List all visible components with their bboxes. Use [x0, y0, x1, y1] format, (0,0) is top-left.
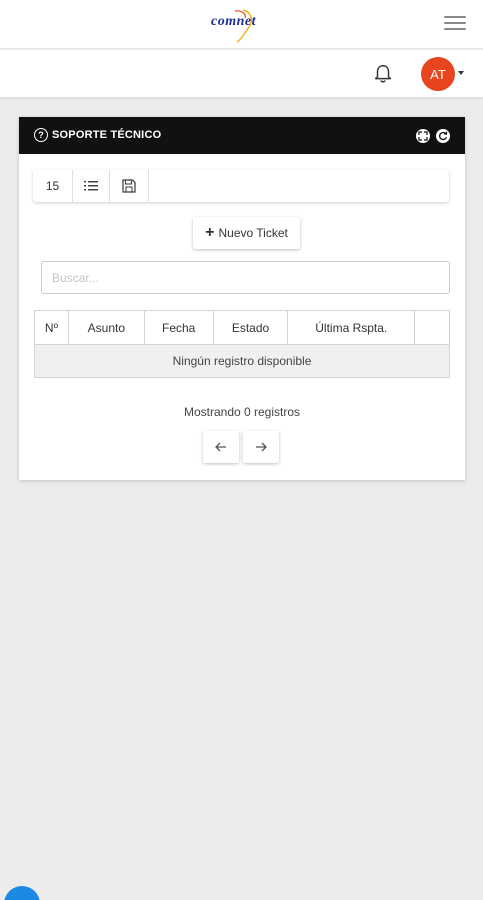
plus-icon: + — [205, 224, 215, 241]
user-avatar[interactable]: AT — [421, 57, 455, 91]
logo-text: comnet — [211, 14, 256, 29]
empty-row: Ningún registro disponible — [34, 344, 450, 378]
table-toolbar: 15 — [33, 170, 449, 202]
column-header-subject[interactable]: Asunto — [67, 310, 145, 345]
user-bar — [0, 50, 483, 98]
avatar-initials: AT — [430, 66, 446, 82]
table-header-row: Nº Asunto Fecha Estado Última Rspta. — [34, 310, 450, 345]
list-icon — [84, 181, 98, 191]
new-ticket-label: Nuevo Ticket — [218, 226, 288, 240]
record-count: Mostrando 0 registros — [183, 405, 301, 419]
page-size-button[interactable]: 15 — [33, 170, 73, 202]
top-bar: comnet — [0, 0, 483, 49]
expand-icon[interactable] — [416, 129, 430, 143]
column-header-actions — [414, 310, 450, 345]
comnet-logo[interactable]: comnet — [207, 8, 277, 44]
hamburger-icon[interactable] — [444, 16, 466, 32]
tickets-table: Nº Asunto Fecha Estado Última Rspta. Nin… — [34, 310, 450, 378]
next-page-button[interactable] — [243, 431, 279, 463]
previous-page-button[interactable] — [203, 431, 239, 463]
column-header-last-reply[interactable]: Última Rspta. — [287, 310, 416, 345]
export-button[interactable] — [110, 170, 149, 202]
new-ticket-button[interactable]: + Nuevo Ticket — [193, 217, 300, 249]
bell-icon[interactable] — [372, 63, 394, 85]
columns-list-button[interactable] — [73, 170, 110, 202]
empty-message: Ningún registro disponible — [34, 344, 450, 378]
column-header-number[interactable]: Nº — [34, 310, 69, 345]
page-size-value: 15 — [45, 179, 60, 193]
column-header-date[interactable]: Fecha — [143, 310, 214, 345]
refresh-icon[interactable] — [436, 129, 450, 143]
arrow-left-icon — [215, 442, 226, 452]
help-icon: ? — [34, 128, 48, 142]
floating-action-button[interactable] — [4, 886, 40, 900]
support-card: ? SOPORTE TÉCNICO 15 + Nuevo Ticket Busc… — [19, 117, 465, 480]
search-input[interactable] — [41, 261, 450, 294]
save-icon — [122, 179, 136, 193]
card-title: SOPORTE TÉCNICO — [52, 129, 162, 141]
card-header: ? SOPORTE TÉCNICO — [19, 117, 465, 154]
chevron-down-icon[interactable] — [458, 71, 464, 75]
column-header-status[interactable]: Estado — [212, 310, 289, 345]
arrow-right-icon — [256, 442, 267, 452]
